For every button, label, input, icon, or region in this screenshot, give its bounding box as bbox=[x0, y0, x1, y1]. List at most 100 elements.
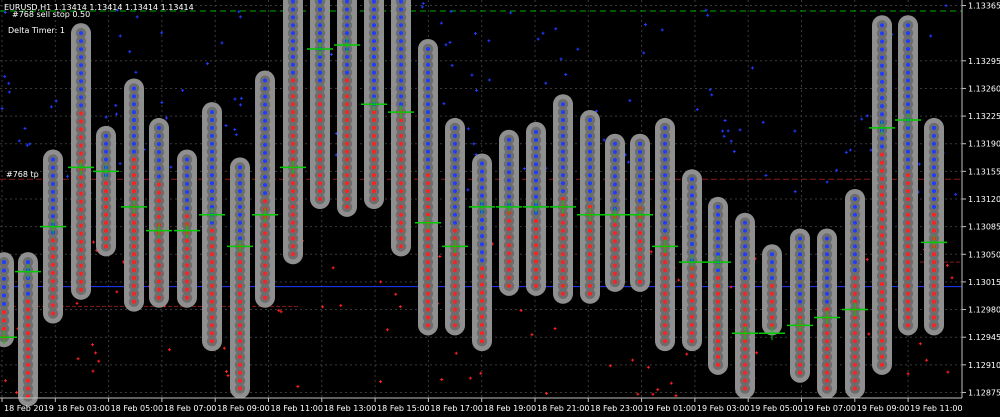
ask-dot bbox=[210, 133, 214, 138]
ask-dot bbox=[263, 86, 267, 91]
bubble-bar bbox=[869, 15, 895, 375]
ask-dot bbox=[932, 197, 936, 201]
bid-dot bbox=[453, 323, 457, 328]
ask-dot bbox=[263, 118, 267, 123]
bid-dot bbox=[291, 94, 295, 99]
bid-dot bbox=[480, 322, 484, 327]
ask-dot bbox=[480, 177, 484, 182]
bid-dot bbox=[880, 314, 884, 319]
bid-dot bbox=[426, 236, 430, 241]
delta-timer: Delta Timer: 1 bbox=[8, 26, 65, 35]
bid-dot bbox=[743, 370, 747, 375]
ask-dot bbox=[561, 125, 565, 130]
bid-dot bbox=[561, 268, 565, 273]
bid-dot bbox=[638, 271, 642, 276]
ask-dot bbox=[853, 220, 857, 225]
ask-dot bbox=[238, 165, 242, 170]
bid-dot bbox=[263, 239, 267, 244]
price-chart: 1.13365 1.13295 1.13260 1.13225 1.13190 1.131… bbox=[0, 0, 1000, 417]
bid-dot bbox=[932, 268, 936, 273]
bid-dot bbox=[561, 252, 565, 257]
bubble-bar bbox=[496, 129, 522, 296]
ask-dot bbox=[51, 165, 55, 170]
y-tick-label: 1.13190 bbox=[968, 140, 1000, 149]
ask-dot bbox=[588, 165, 592, 170]
ask-dot bbox=[453, 165, 457, 170]
ask-dot bbox=[932, 204, 936, 209]
bubble-bar bbox=[68, 23, 94, 300]
ask-dot bbox=[238, 197, 242, 201]
bid-dot bbox=[825, 347, 829, 352]
bid-dot bbox=[79, 111, 83, 116]
ask-dot bbox=[825, 291, 829, 296]
ask-dot bbox=[880, 23, 884, 28]
x-axis-labels: 18 Feb 2019 18 Feb 03:00 18 Feb 05:00 18 Fe… bbox=[4, 404, 963, 413]
ask-dot bbox=[588, 197, 592, 201]
bid-dot bbox=[399, 244, 403, 249]
bid-dot bbox=[825, 378, 829, 383]
ask-dot bbox=[453, 125, 457, 130]
ask-dot bbox=[185, 190, 189, 195]
ask-dot bbox=[798, 291, 802, 296]
bid-dot bbox=[263, 263, 267, 268]
ask-dot bbox=[132, 110, 136, 115]
bid-dot bbox=[825, 331, 829, 336]
ask-dot bbox=[372, 23, 376, 28]
bid-dot bbox=[638, 279, 642, 284]
bid-dot bbox=[426, 244, 430, 249]
bid-dot bbox=[104, 189, 108, 194]
bid-dot bbox=[318, 197, 322, 201]
ask-dot bbox=[157, 134, 161, 139]
ask-dot bbox=[51, 214, 55, 219]
bid-dot bbox=[345, 94, 349, 99]
bid-dot bbox=[880, 354, 884, 359]
bid-dot bbox=[426, 173, 430, 178]
ask-dot bbox=[613, 166, 617, 171]
ask-dot bbox=[51, 181, 55, 186]
bid-dot bbox=[906, 323, 910, 328]
bid-dot bbox=[132, 268, 136, 273]
bid-dot bbox=[853, 323, 857, 328]
bid-dot bbox=[588, 291, 592, 296]
ask-dot bbox=[453, 204, 457, 209]
ask-dot bbox=[238, 204, 242, 209]
bid-dot bbox=[132, 299, 136, 304]
bid-dot bbox=[291, 228, 295, 233]
ask-dot bbox=[906, 141, 910, 146]
bid-dot bbox=[588, 236, 592, 241]
bid-dot bbox=[51, 287, 55, 292]
ask-dot bbox=[906, 165, 910, 170]
y-tick-label: 1.13225 bbox=[968, 112, 1000, 121]
ask-dot bbox=[132, 125, 136, 130]
bubble-bar bbox=[814, 228, 840, 399]
bid-dot bbox=[825, 362, 829, 367]
bid-dot bbox=[825, 354, 829, 359]
ask-dot bbox=[453, 141, 457, 146]
ask-dot bbox=[426, 149, 430, 154]
bid-dot bbox=[690, 331, 694, 336]
bid-dot bbox=[853, 347, 857, 352]
bid-dot bbox=[932, 212, 936, 217]
bid-dot bbox=[263, 199, 267, 204]
ask-dot bbox=[263, 175, 267, 180]
bid-dot bbox=[743, 307, 747, 312]
ask-dot bbox=[663, 149, 667, 154]
ask-dot bbox=[453, 181, 457, 186]
bid-dot bbox=[426, 252, 430, 257]
ask-dot bbox=[104, 157, 108, 162]
bid-dot bbox=[26, 331, 30, 336]
ask-dot bbox=[690, 193, 694, 198]
y-tick-label: 1.13085 bbox=[968, 223, 1000, 232]
ask-dot bbox=[291, 39, 295, 44]
bid-dot bbox=[453, 291, 457, 296]
ask-dot bbox=[906, 94, 910, 99]
bid-dot bbox=[932, 260, 936, 265]
bid-dot bbox=[372, 141, 376, 146]
ask-dot bbox=[690, 177, 694, 182]
ask-dot bbox=[238, 181, 242, 186]
y-tick-label: 1.12875 bbox=[968, 388, 1000, 397]
bid-dot bbox=[743, 291, 747, 296]
bid-dot bbox=[853, 354, 857, 359]
bubble-bar bbox=[361, 0, 387, 209]
bid-dot bbox=[132, 228, 136, 233]
